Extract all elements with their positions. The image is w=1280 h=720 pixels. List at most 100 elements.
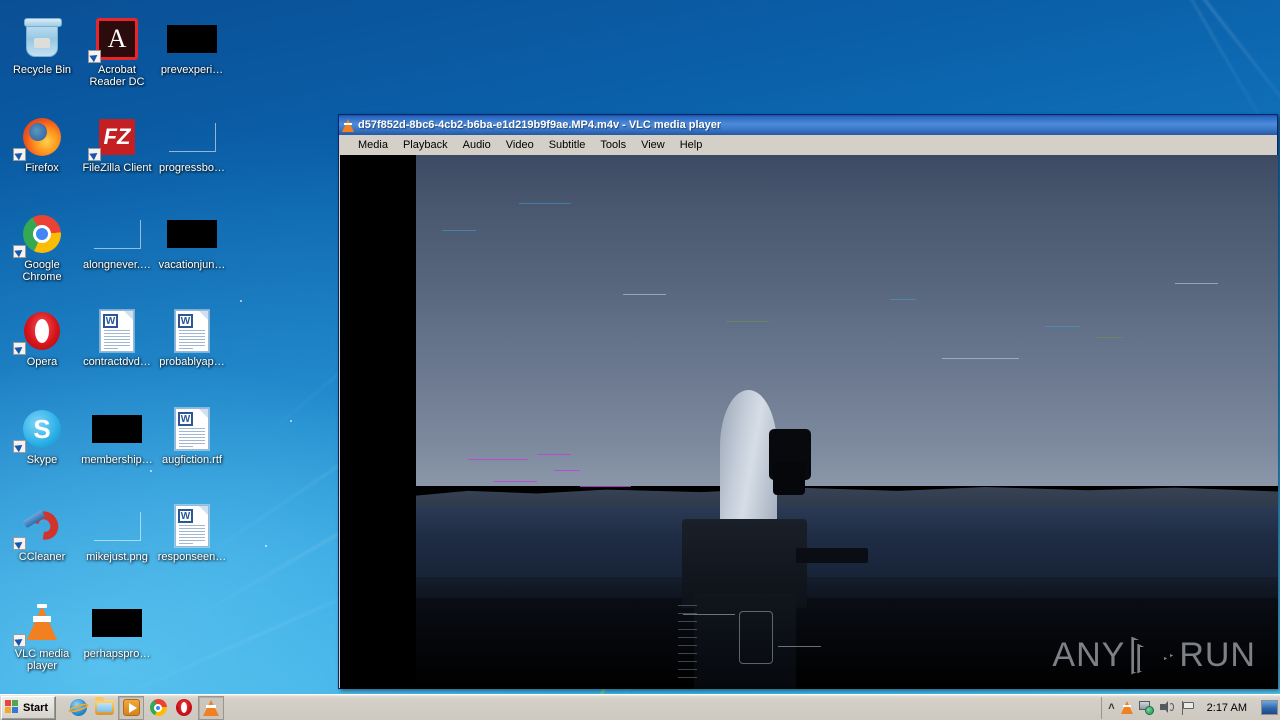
volume-icon[interactable] — [1159, 701, 1175, 714]
menu-item-audio[interactable]: Audio — [456, 137, 499, 153]
blankframe-icon — [80, 209, 154, 259]
taskbar-button-internet-explorer[interactable] — [66, 697, 90, 719]
vlc-tray-icon[interactable] — [1120, 701, 1133, 714]
desktop-icon-label: Acrobat Reader DC — [89, 64, 145, 88]
desktop-icon-augfiction.rtf[interactable]: Waugfiction.rtf — [155, 404, 229, 466]
desktop-icon-recycle-bin[interactable]: Recycle Bin — [5, 14, 79, 76]
show-desktop-button[interactable] — [1261, 700, 1278, 715]
taskbar-quicklaunch — [66, 695, 225, 720]
shortcut-arrow-icon — [13, 537, 26, 550]
shortcut-arrow-icon — [13, 634, 26, 647]
mount-hatch — [739, 611, 774, 665]
desktop-icon-google-chrome[interactable]: Google Chrome — [5, 209, 79, 283]
desktop-icon-opera[interactable]: Opera — [5, 306, 79, 368]
play-triangle-icon — [1131, 636, 1174, 675]
desktop-icon-perhapspro…[interactable]: perhapspro… — [80, 598, 154, 660]
desktop-icon-filezilla-client[interactable]: FZ FileZilla Client — [80, 112, 154, 174]
shortcut-arrow-icon — [13, 342, 26, 355]
menu-item-subtitle[interactable]: Subtitle — [542, 137, 594, 153]
word-icon: W — [155, 404, 229, 454]
desktop-icon-firefox[interactable]: Firefox — [5, 112, 79, 174]
desktop-icon-mikejust.png[interactable]: mikejust.png — [80, 501, 154, 563]
mount-ladder — [678, 605, 698, 683]
word-icon: W — [155, 501, 229, 551]
desktop-icon-label: contractdvd… — [83, 356, 151, 368]
menu-item-help[interactable]: Help — [673, 137, 711, 153]
taskbar-button-windows-media-player[interactable] — [118, 695, 145, 720]
desktop-icon-label: membership… — [81, 454, 153, 466]
desktop-icon-contractdvd…[interactable]: Wcontractdvd… — [80, 306, 154, 368]
desktop-icon-label: Firefox — [25, 162, 59, 174]
start-button[interactable]: Start — [1, 695, 57, 720]
menu-item-media[interactable]: Media — [351, 137, 396, 153]
action-center-flag-icon[interactable] — [1181, 700, 1195, 715]
desktop-icon-ccleaner[interactable]: CCleaner — [5, 501, 79, 563]
desktop-icon-label: CCleaner — [18, 551, 66, 563]
desktop-screen: Recycle Bin A Acrobat Reader DC prevexperi…… — [0, 0, 1280, 720]
vlc-cone-icon — [342, 118, 354, 132]
taskbar-button-vlc-media-player[interactable] — [198, 695, 225, 720]
desktop-icon-membership…[interactable]: membership… — [80, 404, 154, 466]
vlc-video-surface[interactable]: ANY RUN — [340, 155, 1278, 689]
desktop-icon-label: Recycle Bin — [12, 64, 72, 76]
desktop-icon-alongnever.…[interactable]: alongnever.… — [80, 209, 154, 271]
desktop-icon-vlc-media-player[interactable]: VLC media player — [5, 598, 79, 672]
windows-media-player-icon — [122, 699, 140, 716]
desktop-icon-label: Opera — [26, 356, 58, 368]
video-pillarbox-left — [340, 155, 416, 689]
desktop-icon-label: Google Chrome — [22, 259, 62, 283]
desktop-icon-skype[interactable]: S Skype — [5, 404, 79, 466]
firefox-icon — [5, 112, 79, 162]
show-hidden-icons-chevron-icon[interactable]: ˄ — [1108, 702, 1114, 713]
start-button-label: Start — [23, 701, 49, 714]
windows-explorer-icon — [94, 697, 114, 715]
desktop-icon-label: responseen… — [157, 551, 227, 563]
video-radar-dome-object — [675, 389, 868, 689]
gun-barrel — [795, 548, 868, 564]
window-title: d57f852d-8bc6-4cb2-b6ba-e1d219b9f9ae.MP4… — [358, 119, 722, 131]
word-icon: W — [80, 306, 154, 356]
blankframe-icon — [155, 112, 229, 162]
desktop-icon-label: FileZilla Client — [82, 162, 152, 174]
vlc-media-player-icon — [203, 699, 220, 716]
desktop-icon-label: mikejust.png — [86, 551, 148, 563]
menu-item-view[interactable]: View — [634, 137, 673, 153]
menu-item-video[interactable]: Video — [499, 137, 542, 153]
menu-item-tools[interactable]: Tools — [593, 137, 634, 153]
video-frame: ANY RUN — [416, 155, 1278, 689]
watermark-text-run: RUN — [1179, 636, 1256, 674]
desktop-icon-progressbo…[interactable]: progressbo… — [155, 112, 229, 174]
taskbar-button-opera[interactable] — [172, 697, 196, 719]
desktop-icon-label: progressbo… — [158, 162, 226, 174]
menu-item-playback[interactable]: Playback — [396, 137, 456, 153]
ccleaner-icon — [5, 501, 79, 551]
chrome-icon — [5, 209, 79, 259]
desktop-icon-responseen…[interactable]: Wresponseen… — [155, 501, 229, 563]
watermark-text-any: ANY — [1052, 636, 1126, 674]
vlc-media-player-window[interactable]: d57f852d-8bc6-4cb2-b6ba-e1d219b9f9ae.MP4… — [338, 114, 1278, 689]
desktop-icon-label: Skype — [26, 454, 58, 466]
word-icon: W — [155, 306, 229, 356]
network-icon[interactable] — [1138, 700, 1154, 715]
vlc-menu-bar[interactable]: Media Playback Audio Video Subtitle Tools View… — [339, 135, 1277, 154]
clock[interactable]: 2:17 AM — [1201, 702, 1253, 714]
shortcut-arrow-icon — [13, 148, 26, 161]
desktop-icon-label: perhapspro… — [83, 648, 151, 660]
desktop-icon-label: vacationjun… — [158, 259, 226, 271]
desktop-icon-vacationjun…[interactable]: vacationjun… — [155, 209, 229, 271]
acrobat-icon: A — [80, 14, 154, 64]
desktop-icon-probablyap…[interactable]: Wprobablyap… — [155, 306, 229, 368]
vlc-title-bar[interactable]: d57f852d-8bc6-4cb2-b6ba-e1d219b9f9ae.MP4… — [339, 115, 1277, 135]
taskbar-button-windows-explorer[interactable] — [92, 697, 116, 719]
desktop-icon-prevexperi…[interactable]: prevexperi… — [155, 14, 229, 76]
system-tray: ˄ 2:17 AM — [1101, 696, 1280, 719]
recycle-icon — [5, 14, 79, 64]
shortcut-arrow-icon — [13, 440, 26, 453]
vlc-icon — [5, 598, 79, 648]
black-icon — [80, 598, 154, 648]
internet-explorer-icon — [69, 699, 87, 716]
taskbar-button-google-chrome[interactable] — [146, 697, 170, 719]
black-icon — [155, 14, 229, 64]
anyrun-watermark: ANY RUN — [1052, 636, 1256, 675]
desktop-icon-acrobat-reader-dc[interactable]: A Acrobat Reader DC — [80, 14, 154, 88]
